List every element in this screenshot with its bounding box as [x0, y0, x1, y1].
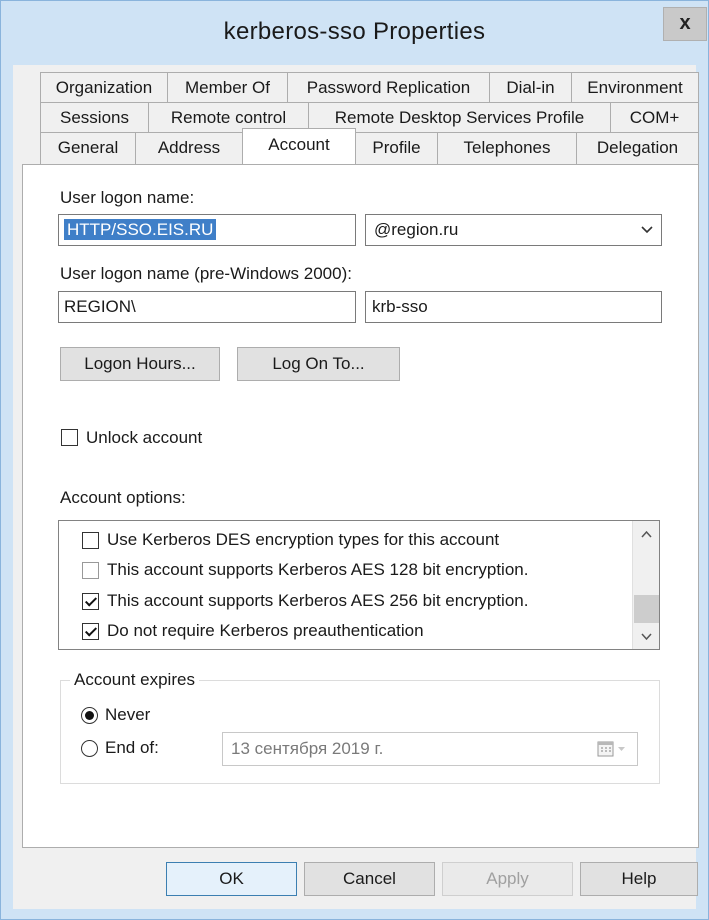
account-options-label: Account options:: [60, 488, 186, 507]
close-button[interactable]: x: [663, 7, 707, 41]
upn-suffix-value: @region.ru: [374, 220, 459, 239]
pre-windows-2000-domain-field: REGION\: [58, 291, 356, 323]
chevron-down-icon: [641, 226, 653, 234]
account-expires-label: Account expires: [70, 670, 199, 690]
user-logon-name-value: HTTP/SSO.EIS.RU: [64, 219, 217, 240]
calendar-icon[interactable]: [597, 741, 627, 757]
never-radio[interactable]: [81, 707, 98, 724]
upn-suffix-dropdown[interactable]: @region.ru: [365, 214, 662, 246]
end-of-label: End of:: [105, 738, 159, 757]
tab-telephones[interactable]: Telephones: [437, 132, 577, 164]
option-aes256-checkbox[interactable]: [82, 593, 99, 610]
apply-button[interactable]: Apply: [442, 862, 573, 896]
option-aes256-label: This account supports Kerberos AES 256 b…: [107, 591, 529, 610]
user-logon-name-label: User logon name:: [60, 188, 195, 207]
tab-environment[interactable]: Environment: [571, 72, 699, 104]
tab-account[interactable]: Account: [242, 128, 356, 164]
chevron-down-icon[interactable]: [641, 633, 652, 640]
scrollbar-thumb[interactable]: [634, 595, 659, 623]
close-icon: x: [679, 12, 691, 34]
end-of-date-value: 13 сентября 2019 г.: [231, 739, 384, 758]
help-button[interactable]: Help: [580, 862, 698, 896]
user-logon-name-input[interactable]: HTTP/SSO.EIS.RU: [58, 214, 356, 246]
tab-password-replication[interactable]: Password Replication: [287, 72, 490, 104]
tab-sessions[interactable]: Sessions: [40, 102, 149, 134]
option-no-preauth-label: Do not require Kerberos preauthenticatio…: [107, 621, 424, 640]
options-scrollbar[interactable]: [632, 521, 659, 649]
account-options-list[interactable]: Use Kerberos DES encryption types for th…: [58, 520, 660, 650]
chevron-up-icon[interactable]: [641, 531, 652, 538]
cancel-button[interactable]: Cancel: [304, 862, 435, 896]
logon-hours-button[interactable]: Logon Hours...: [60, 347, 220, 381]
pre-windows-2000-username-input[interactable]: krb-sso: [365, 291, 662, 323]
tab-address[interactable]: Address: [135, 132, 243, 164]
tab-member-of[interactable]: Member Of: [167, 72, 288, 104]
pre-windows-2000-label: User logon name (pre-Windows 2000):: [60, 264, 352, 283]
tab-dial-in[interactable]: Dial-in: [489, 72, 572, 104]
never-label: Never: [105, 705, 151, 724]
tab-delegation[interactable]: Delegation: [576, 132, 699, 164]
end-of-radio[interactable]: [81, 740, 98, 757]
tab-organization[interactable]: Organization: [40, 72, 168, 104]
tab-com-plus[interactable]: COM+: [610, 102, 699, 134]
option-no-preauth-checkbox[interactable]: [82, 623, 99, 640]
tab-profile[interactable]: Profile: [355, 132, 438, 164]
end-of-date-picker[interactable]: 13 сентября 2019 г.: [222, 732, 638, 766]
tab-general[interactable]: General: [40, 132, 136, 164]
title-bar[interactable]: kerberos-sso Properties x: [1, 1, 708, 65]
log-on-to-button[interactable]: Log On To...: [237, 347, 400, 381]
option-aes128-checkbox[interactable]: [82, 562, 99, 579]
option-aes128-label: This account supports Kerberos AES 128 b…: [107, 560, 529, 579]
window-title: kerberos-sso Properties: [223, 18, 486, 45]
ok-button[interactable]: OK: [166, 862, 297, 896]
unlock-account-checkbox[interactable]: [61, 429, 78, 446]
unlock-account-label: Unlock account: [86, 428, 203, 447]
option-des-label: Use Kerberos DES encryption types for th…: [107, 530, 500, 549]
option-des-checkbox[interactable]: [82, 532, 99, 549]
